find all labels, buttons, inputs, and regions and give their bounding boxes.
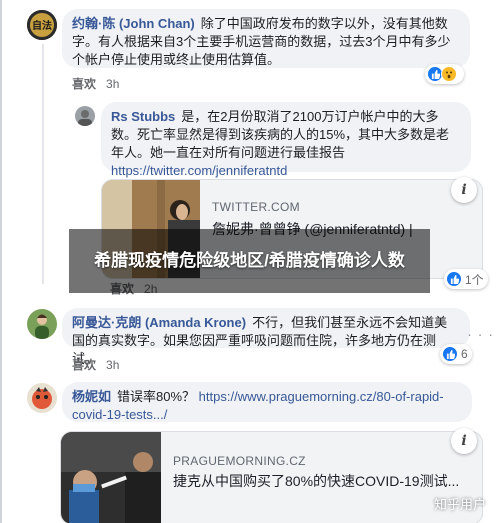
reply-link[interactable]: https://twitter.com/jenniferatntd [111, 163, 287, 178]
watermark: 知乎用户 [433, 497, 486, 512]
svg-text:自法: 自法 [32, 19, 52, 32]
comment-author[interactable]: 杨妮如 [72, 389, 111, 404]
card-domain: PRAGUEMORNING.CZ [173, 454, 306, 468]
avatar-john-chan[interactable]: 自法 [27, 10, 57, 40]
comment-meta: 喜欢 3h [72, 75, 129, 92]
comment-author[interactable]: 阿曼达·克朗 (Amanda Krone) [72, 315, 246, 330]
reactions-badge[interactable] [425, 64, 464, 84]
thread-line [42, 44, 44, 284]
info-icon[interactable]: i [451, 177, 477, 203]
avatar-yang-niru[interactable] [27, 383, 57, 413]
praguemorning-preview-image [61, 432, 161, 523]
scrollbar[interactable] [0, 0, 2, 523]
avatar-rs-stubbs-image [75, 106, 95, 126]
comment-time[interactable]: 3h [106, 77, 119, 91]
avatar-john-chan-image: 自法 [27, 10, 57, 40]
avatar-amanda-krone[interactable] [27, 309, 57, 339]
reaction-count: 1个 [465, 272, 484, 287]
comment-bubble-amanda-krone: 阿曼达·克朗 (Amanda Krone) 不行，但我们甚至永远不会知道美国的真实… [62, 308, 470, 366]
like-icon [446, 271, 462, 287]
wow-icon [441, 66, 457, 82]
info-icon[interactable]: i [451, 428, 477, 454]
like-link[interactable]: 喜欢 [72, 77, 96, 91]
overlay-banner: 希腊现疫情危险级地区/希腊疫情确诊人数 [69, 229, 430, 293]
comment-time[interactable]: 3h [106, 358, 119, 372]
card-title: 捷克从中国购买了80%的快速COVID-19测试... [173, 473, 460, 489]
comment-text: 错误率80%？ [117, 389, 196, 404]
comment-bubble-john-chan: 约翰·陈 (John Chan) 除了中国政府发布的数字以外，没有其他数字。有人根… [62, 9, 470, 68]
reactions-badge[interactable]: 6 [440, 344, 472, 364]
link-preview-praguemorning[interactable]: PRAGUEMORNING.CZ 捷克从中国购买了80%的快速COVID-19测… [60, 431, 483, 523]
reaction-count: 6 [461, 347, 468, 361]
avatar-yang-niru-image [27, 383, 57, 413]
like-link[interactable]: 喜欢 [72, 358, 96, 372]
comment-meta: 喜欢 3h [72, 356, 129, 373]
comment-bubble-yang-niru: 杨妮如 错误率80%？ https://www.praguemorning.cz/… [62, 382, 472, 422]
like-icon [442, 346, 458, 362]
card-domain: TWITTER.COM [212, 200, 300, 214]
reply-reactions-badge[interactable]: 1个 [444, 269, 488, 289]
reply-author[interactable]: Rs Stubbs [111, 109, 175, 124]
avatar-rs-stubbs[interactable] [75, 106, 95, 126]
comment-author[interactable]: 约翰·陈 (John Chan) [72, 16, 195, 31]
avatar-amanda-krone-image [27, 309, 57, 339]
more-options-icon[interactable]: · · · [467, 326, 494, 342]
overlay-title: 希腊现疫情危险级地区/希腊疫情确诊人数 [94, 251, 405, 270]
reply-bubble-rs-stubbs: Rs Stubbs 是，在2月份取消了2100万订户帐户中的大多数。死亡率显然是得… [101, 102, 471, 178]
